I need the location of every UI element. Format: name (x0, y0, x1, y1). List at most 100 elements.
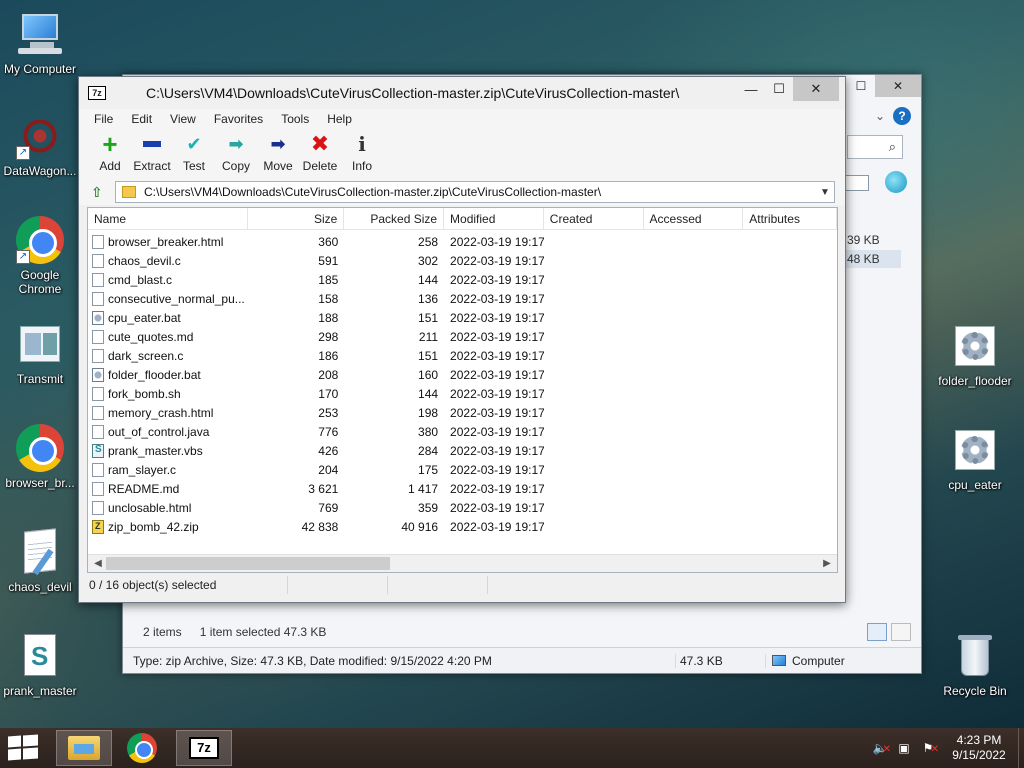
menu-help[interactable]: Help (318, 112, 361, 126)
file-name: fork_bomb.sh (108, 386, 181, 401)
file-size-cell-selected[interactable]: 48 KB (845, 250, 901, 268)
desktop-icon-my-computer[interactable]: My Computer (0, 10, 80, 76)
file-row[interactable]: README.md 3 621 1 417 2022-03-19 19:17 (88, 479, 837, 498)
taskbar: 7z 🔈 ✕ ▣ ⚑ ✕ 4:23 PM 9/15/2022 (0, 728, 1024, 768)
clock-date: 9/15/2022 (952, 748, 1006, 762)
column-name[interactable]: Name (88, 208, 248, 230)
taskbar-chrome[interactable] (114, 730, 170, 766)
chevron-down-icon[interactable]: ▼ (816, 187, 834, 198)
transmit-icon (16, 320, 64, 368)
search-input[interactable]: ⌕ (847, 135, 903, 159)
file-name: folder_flooder.bat (108, 367, 201, 382)
menu-view[interactable]: View (161, 112, 205, 126)
file-row[interactable]: zip_bomb_42.zip 42 838 40 916 2022-03-19 19… (88, 517, 837, 536)
file-row[interactable]: browser_breaker.html 360 258 2022-03-19 19:… (88, 232, 837, 251)
desktop-icon-recycle-bin[interactable]: Recycle Bin (935, 632, 1015, 698)
title-bar[interactable]: 7z C:\Users\VM4\Downloads\CuteVirusColle… (79, 77, 845, 109)
taskbar-7zip[interactable]: 7z (176, 730, 232, 766)
extract-icon (140, 133, 164, 155)
desktop-icon-datawagon[interactable]: ↗ DataWagon... (0, 112, 80, 178)
desktop-icon-google-chrome[interactable]: ↗ Google Chrome (0, 216, 80, 296)
details-view-button[interactable] (867, 623, 887, 641)
info-button[interactable]: i Info (341, 129, 383, 179)
scroll-right-icon[interactable]: ▶ (819, 557, 835, 571)
column-accessed[interactable]: Accessed (644, 208, 744, 230)
file-list[interactable]: Name Size Packed Size Modified Created A… (87, 207, 838, 573)
taskbar-file-explorer[interactable] (56, 730, 112, 766)
chevron-down-icon[interactable]: ⌄ (875, 109, 885, 123)
minimize-button[interactable]: — (737, 77, 765, 101)
column-size[interactable]: Size (248, 208, 345, 230)
7zip-icon: 7z (88, 86, 106, 100)
maximize-button[interactable]: ☐ (765, 77, 793, 101)
file-size: 186 (318, 348, 339, 363)
help-button[interactable]: ? (893, 107, 911, 125)
desktop-icon-chaos-devil[interactable]: chaos_devil (0, 528, 80, 594)
maximize-button[interactable]: ☐ (847, 75, 875, 97)
file-modified: 2022-03-19 19:17 (450, 234, 544, 249)
network-icon[interactable]: ▣ (896, 740, 912, 756)
file-modified: 2022-03-19 19:17 (450, 386, 544, 401)
close-button[interactable]: ✕ (793, 77, 839, 101)
move-button[interactable]: ➡ Move (257, 129, 299, 179)
file-packed-size: 359 (418, 500, 439, 515)
column-packed-size[interactable]: Packed Size (344, 208, 445, 230)
column-modified[interactable]: Modified (444, 208, 544, 230)
copy-button[interactable]: ➡ Copy (215, 129, 257, 179)
file-row[interactable]: dark_screen.c 186 151 2022-03-19 19:17 (88, 346, 837, 365)
add-button[interactable]: + Add (89, 129, 131, 179)
speaker-muted-icon[interactable]: 🔈 ✕ (872, 740, 891, 756)
view-options-button[interactable] (845, 175, 869, 191)
horizontal-scrollbar[interactable]: ◀ ▶ (88, 554, 837, 572)
file-row[interactable]: fork_bomb.sh 170 144 2022-03-19 19:17 (88, 384, 837, 403)
menu-file[interactable]: File (85, 112, 122, 126)
desktop-icon-prank-master[interactable]: prank_master (0, 632, 80, 698)
folder-icon (122, 186, 136, 198)
close-button[interactable]: ✕ (875, 75, 921, 97)
file-row[interactable]: unclosable.html 769 359 2022-03-19 19:17 (88, 498, 837, 517)
file-packed-size: 151 (418, 348, 439, 363)
action-center-icon[interactable]: ⚑ ✕ (920, 740, 939, 756)
column-attributes[interactable]: Attributes (743, 208, 837, 230)
desktop-icon-browser-breaker[interactable]: browser_br... (0, 424, 80, 490)
desktop-icon-label: DataWagon... (3, 164, 77, 178)
show-desktop-button[interactable] (1018, 728, 1024, 768)
menu-edit[interactable]: Edit (122, 112, 161, 126)
menu-tools[interactable]: Tools (272, 112, 318, 126)
file-name-cell: memory_crash.html (88, 405, 248, 420)
extract-button[interactable]: Extract (131, 129, 173, 179)
file-row[interactable]: prank_master.vbs 426 284 2022-03-19 19:17 (88, 441, 837, 460)
address-input[interactable]: C:\Users\VM4\Downloads\CuteVirusCollecti… (115, 181, 835, 203)
scrollbar-thumb[interactable] (106, 557, 390, 570)
file-row[interactable]: folder_flooder.bat 208 160 2022-03-19 19:17 (88, 365, 837, 384)
caption-buttons: — ☐ ✕ (737, 77, 839, 101)
file-row[interactable]: cpu_eater.bat 188 151 2022-03-19 19:17 (88, 308, 837, 327)
file-row[interactable]: cute_quotes.md 298 211 2022-03-19 19:17 (88, 327, 837, 346)
menu-favorites[interactable]: Favorites (205, 112, 272, 126)
7zip-window[interactable]: 7z C:\Users\VM4\Downloads\CuteVirusColle… (78, 76, 846, 603)
file-row[interactable]: memory_crash.html 253 198 2022-03-19 19:17 (88, 403, 837, 422)
test-button[interactable]: ✔ Test (173, 129, 215, 179)
file-size: 253 (318, 405, 339, 420)
delete-button[interactable]: ✖ Delete (299, 129, 341, 179)
desktop-icon-folder-flooder[interactable]: folder_flooder (935, 322, 1015, 388)
up-folder-icon[interactable]: ⇧ (91, 184, 107, 200)
scroll-left-icon[interactable]: ◀ (90, 557, 106, 571)
start-button[interactable] (8, 734, 38, 761)
desktop-icon-transmit[interactable]: Transmit (0, 320, 80, 386)
file-name-cell: cute_quotes.md (88, 329, 248, 344)
large-icons-view-button[interactable] (891, 623, 911, 641)
clock[interactable]: 4:23 PM 9/15/2022 (944, 733, 1014, 763)
file-row[interactable]: chaos_devil.c 591 302 2022-03-19 19:17 (88, 251, 837, 270)
file-row[interactable]: ram_slayer.c 204 175 2022-03-19 19:17 (88, 460, 837, 479)
column-created[interactable]: Created (544, 208, 644, 230)
file-size: 360 (318, 234, 339, 249)
folder-icon (68, 736, 100, 760)
desktop-icon-cpu-eater[interactable]: cpu_eater (935, 426, 1015, 492)
file-name: cpu_eater.bat (108, 310, 181, 325)
shortcut-arrow-icon: ↗ (16, 146, 30, 160)
file-row[interactable]: consecutive_normal_pu... 158 136 2022-03-19… (88, 289, 837, 308)
file-row[interactable]: out_of_control.java 776 380 2022-03-19 19:1… (88, 422, 837, 441)
zip-file-icon (92, 519, 104, 534)
file-row[interactable]: cmd_blast.c 185 144 2022-03-19 19:17 (88, 270, 837, 289)
